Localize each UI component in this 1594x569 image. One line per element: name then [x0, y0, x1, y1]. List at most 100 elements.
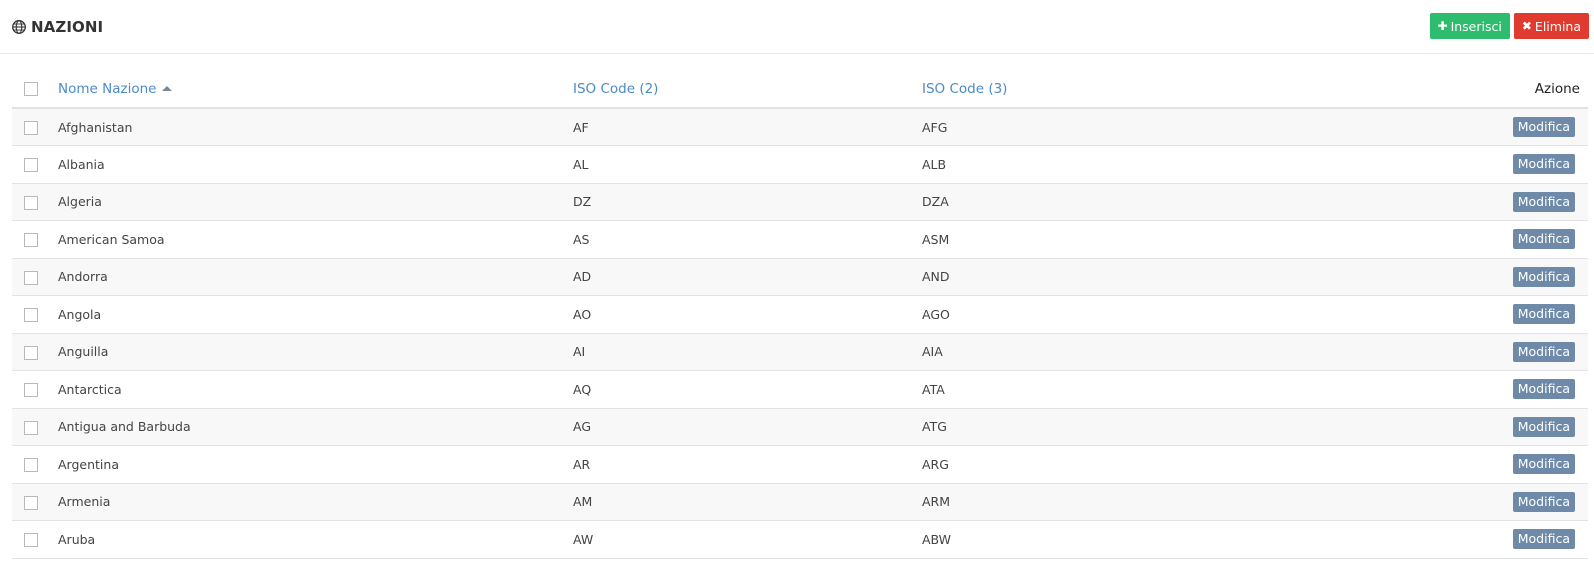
row-checkbox[interactable]	[24, 458, 38, 472]
row-select-cell	[12, 296, 58, 334]
select-all-checkbox[interactable]	[24, 82, 38, 96]
table-body: Afghanistan AF AFG Modifica Albania AL ALB Modi…	[12, 108, 1588, 558]
table-row: Algeria DZ DZA Modifica	[12, 183, 1588, 221]
action-cell: Modifica	[1322, 333, 1588, 371]
table-row: Afghanistan AF AFG Modifica	[12, 108, 1588, 146]
page-title: NAZIONI	[31, 18, 104, 36]
table-row: Antarctica AQ ATA Modifica	[12, 371, 1588, 409]
nations-table-container: Nome Nazione ISO Code (2) ISO Code (3) A…	[12, 71, 1588, 559]
table-row: Armenia AM ARM Modifica	[12, 483, 1588, 521]
delete-button[interactable]: ✖ Elimina	[1513, 13, 1589, 39]
row-select-cell	[12, 371, 58, 409]
plus-icon: ✚	[1437, 19, 1448, 33]
iso2-code: AF	[573, 119, 589, 135]
edit-button[interactable]: Modifica	[1512, 454, 1575, 475]
iso3-code: AIA	[922, 344, 943, 360]
row-select-cell	[12, 521, 58, 559]
iso3-code: AGO	[922, 306, 950, 322]
row-select-cell	[12, 408, 58, 446]
nation-name: Albania	[58, 156, 105, 172]
row-select-cell	[12, 258, 58, 296]
nation-name: Antigua and Barbuda	[58, 419, 191, 435]
column-header-iso3[interactable]: ISO Code (3)	[922, 71, 1322, 108]
iso2-code: DZ	[573, 194, 592, 210]
insert-button[interactable]: ✚ Inserisci	[1429, 13, 1510, 39]
table-row: Aruba AW ABW Modifica	[12, 521, 1588, 559]
nation-name: Aruba	[58, 531, 96, 547]
column-header-name[interactable]: Nome Nazione	[58, 71, 573, 108]
action-cell: Modifica	[1322, 258, 1588, 296]
edit-button[interactable]: Modifica	[1512, 229, 1575, 250]
nation-name: American Samoa	[58, 231, 165, 247]
action-cell: Modifica	[1322, 446, 1588, 484]
nation-name: Andorra	[58, 269, 108, 285]
nation-name: Afghanistan	[58, 119, 133, 135]
iso3-code: ASM	[922, 231, 950, 247]
row-checkbox[interactable]	[24, 120, 38, 135]
row-checkbox[interactable]	[24, 533, 38, 547]
row-checkbox[interactable]	[24, 345, 38, 360]
action-cell: Modifica	[1322, 371, 1588, 409]
action-cell: Modifica	[1322, 221, 1588, 259]
iso3-code: ARG	[922, 456, 949, 472]
iso3-code: AFG	[922, 119, 948, 135]
nation-name: Armenia	[58, 494, 111, 510]
edit-button[interactable]: Modifica	[1512, 154, 1575, 175]
nation-name: Antarctica	[58, 381, 122, 397]
nations-table: Nome Nazione ISO Code (2) ISO Code (3) A…	[12, 71, 1588, 559]
table-row: Antigua and Barbuda AG ATG Modifica	[12, 408, 1588, 446]
column-header-name-label: Nome Nazione	[58, 81, 157, 97]
edit-button[interactable]: Modifica	[1512, 117, 1575, 137]
iso2-code: AL	[573, 156, 589, 172]
edit-button[interactable]: Modifica	[1512, 304, 1575, 325]
header-actions: ✚ Inserisci ✖ Elimina	[1429, 13, 1594, 39]
row-checkbox[interactable]	[24, 383, 38, 397]
iso2-code: AD	[573, 269, 592, 285]
row-checkbox[interactable]	[24, 308, 38, 322]
table-header-row: Nome Nazione ISO Code (2) ISO Code (3) A…	[12, 71, 1588, 108]
iso3-code: DZA	[922, 194, 949, 210]
row-select-cell	[12, 333, 58, 371]
nation-name: Anguilla	[58, 344, 109, 360]
row-checkbox[interactable]	[24, 195, 38, 210]
edit-button[interactable]: Modifica	[1512, 191, 1575, 212]
row-checkbox[interactable]	[24, 420, 38, 435]
edit-button[interactable]: Modifica	[1512, 379, 1575, 400]
iso2-code: AI	[573, 344, 586, 360]
table-row: Angola AO AGO Modifica	[12, 296, 1588, 334]
action-cell: Modifica	[1322, 521, 1588, 559]
row-checkbox[interactable]	[24, 158, 38, 172]
action-cell: Modifica	[1322, 483, 1588, 521]
edit-button[interactable]: Modifica	[1512, 529, 1575, 550]
iso2-code: AR	[573, 456, 591, 472]
table-row: Albania AL ALB Modifica	[12, 146, 1588, 183]
nation-name: Argentina	[58, 456, 119, 472]
title-area: NAZIONI	[11, 16, 103, 38]
iso3-code: ATG	[922, 419, 947, 435]
iso3-code: ATA	[922, 381, 945, 397]
column-header-action: Azione	[1534, 81, 1580, 97]
select-all-cell	[12, 71, 58, 108]
iso2-code: AG	[573, 419, 592, 435]
iso2-code: AQ	[573, 381, 592, 397]
edit-button[interactable]: Modifica	[1512, 341, 1575, 362]
edit-button[interactable]: Modifica	[1512, 266, 1575, 287]
action-cell: Modifica	[1322, 183, 1588, 221]
row-checkbox[interactable]	[24, 270, 38, 285]
iso3-code: AND	[922, 269, 950, 285]
edit-button[interactable]: Modifica	[1512, 416, 1575, 437]
row-checkbox[interactable]	[24, 495, 38, 510]
row-select-cell	[12, 108, 58, 146]
iso2-code: AW	[573, 531, 594, 547]
delete-button-label: Elimina	[1534, 18, 1581, 34]
edit-button[interactable]: Modifica	[1512, 491, 1575, 512]
row-select-cell	[12, 183, 58, 221]
sort-ascending-icon	[162, 85, 173, 91]
row-select-cell	[12, 221, 58, 259]
iso2-code: AS	[573, 231, 590, 247]
row-checkbox[interactable]	[24, 233, 38, 247]
table-row: Andorra AD AND Modifica	[12, 258, 1588, 296]
page-header: NAZIONI ✚ Inserisci ✖ Elimina	[0, 0, 1594, 54]
column-header-iso2[interactable]: ISO Code (2)	[573, 71, 922, 108]
table-row: Anguilla AI AIA Modifica	[12, 333, 1588, 371]
